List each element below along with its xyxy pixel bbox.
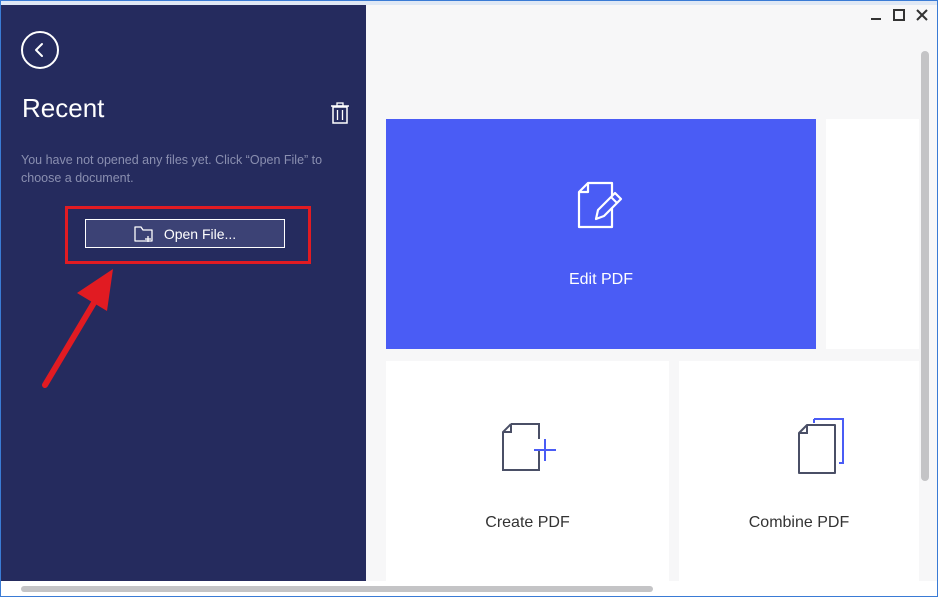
- sidebar-title: Recent: [22, 93, 105, 123]
- horizontal-scrollbar[interactable]: [21, 586, 653, 592]
- combine-pdf-label: Combine PDF: [748, 514, 850, 531]
- create-pdf-label: Create PDF: [485, 514, 570, 531]
- trash-icon[interactable]: [330, 102, 350, 124]
- edit-pdf-label: Edit PDF: [568, 271, 633, 288]
- partial-tile: [826, 119, 919, 349]
- edit-pdf-tile[interactable]: Edit PDF: [386, 119, 816, 349]
- close-button[interactable]: [913, 7, 931, 23]
- documents-stack-icon: [798, 418, 844, 474]
- open-file-button[interactable]: Open File...: [85, 219, 285, 248]
- document-pencil-icon: [577, 181, 623, 229]
- minimize-icon: [871, 18, 881, 20]
- open-file-label: Open File...: [163, 225, 237, 242]
- maximize-icon: [893, 9, 905, 21]
- combine-pdf-tile[interactable]: Combine PDF: [679, 361, 919, 583]
- annotation-arrow-icon: [42, 269, 113, 388]
- back-button[interactable]: [21, 31, 59, 69]
- minimize-button[interactable]: [867, 7, 885, 23]
- vertical-scrollbar[interactable]: [921, 51, 929, 481]
- create-pdf-tile[interactable]: Create PDF: [386, 361, 669, 583]
- folder-plus-icon: [134, 225, 153, 242]
- app-window: Recent You have not opened any files yet…: [0, 0, 938, 597]
- maximize-button[interactable]: [890, 7, 908, 23]
- close-icon: [916, 9, 928, 21]
- chevron-left-icon: [35, 43, 43, 57]
- empty-recent-message: You have not opened any files yet. Click…: [21, 153, 323, 185]
- document-plus-icon: [502, 423, 556, 471]
